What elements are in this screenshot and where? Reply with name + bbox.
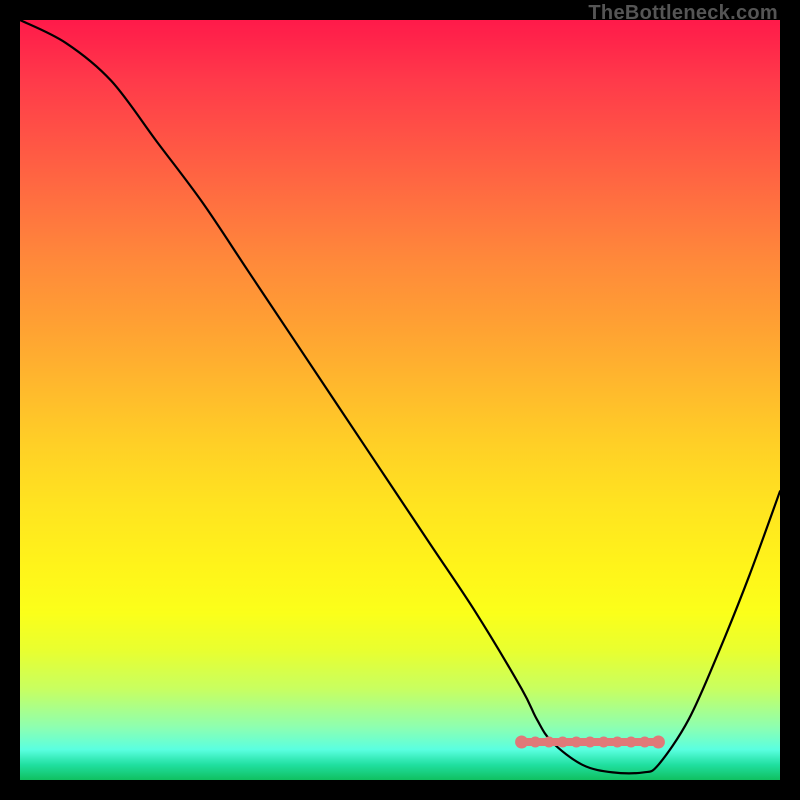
attribution-text: TheBottleneck.com (588, 2, 778, 25)
chart-plot-area (20, 20, 780, 780)
